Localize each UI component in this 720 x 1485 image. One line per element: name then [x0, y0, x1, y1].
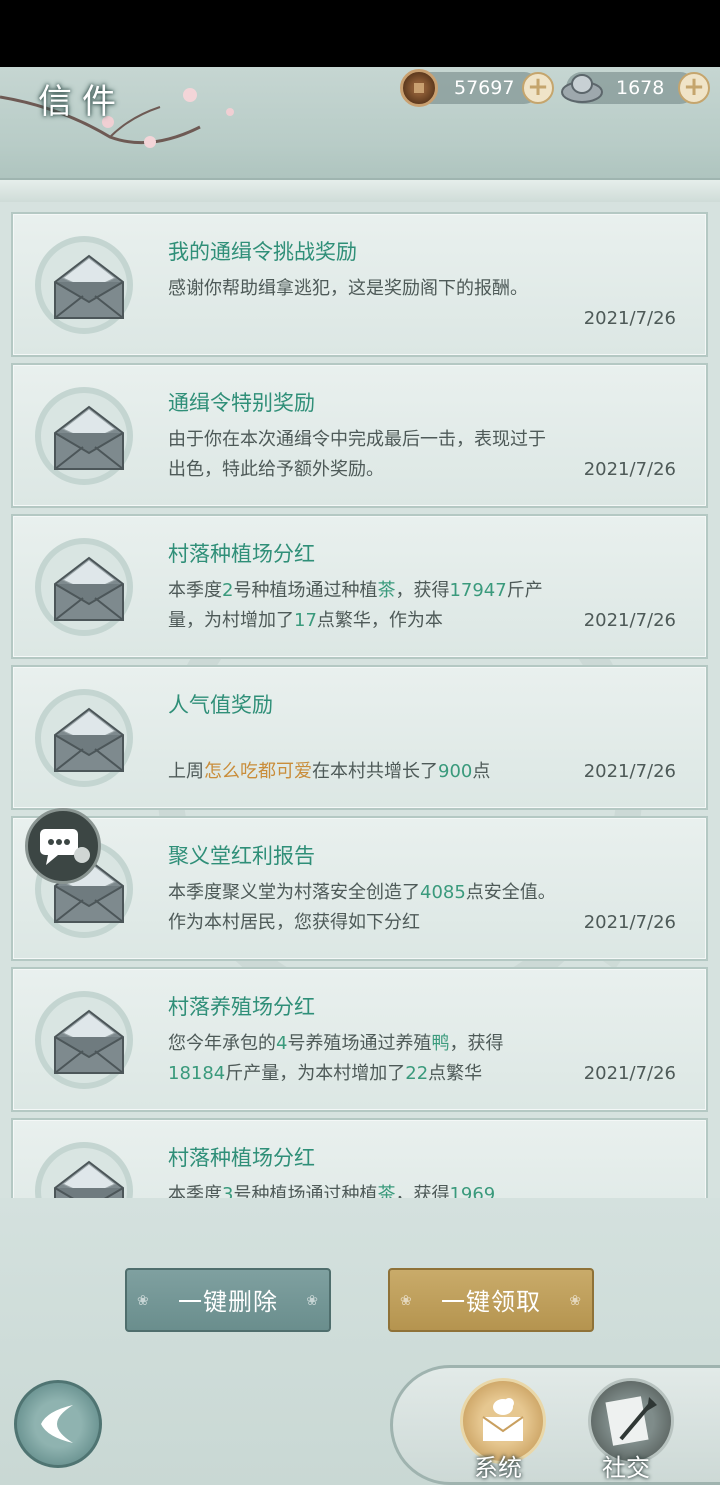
mail-subject: 我的通缉令挑战奖励	[168, 240, 357, 264]
delete-all-button[interactable]: ❀ 一键删除 ❀	[125, 1268, 331, 1332]
mail-item[interactable]: 村落种植场分红 本季度2号种植场通过种植茶，获得17947斤产量，为村增加了17点…	[11, 514, 708, 659]
envelope-icon	[49, 1150, 129, 1198]
back-button[interactable]	[14, 1380, 102, 1468]
mail-body-segment: 4085	[420, 882, 466, 903]
mail-item[interactable]: 我的通缉令挑战奖励感谢你帮助缉拿逃犯，这是奖励阁下的报酬。 2021/7/26	[11, 212, 708, 357]
mail-body-segment: 本季度	[168, 1184, 222, 1198]
mail-body-segment: 18184	[168, 1063, 226, 1084]
copper-amount: 57697	[454, 77, 515, 99]
envelope-icon	[49, 697, 129, 781]
mail-item[interactable]: 聚义堂红利报告本季度聚义堂为村落安全创造了4085点安全值。作为本村居民，您获得…	[11, 816, 708, 961]
chat-bubble-button[interactable]	[25, 808, 101, 884]
claim-all-button[interactable]: ❀ 一键领取 ❀	[388, 1268, 594, 1332]
mail-subject: 通缉令特别奖励	[168, 391, 315, 415]
silver-ingot-icon	[561, 74, 603, 103]
copper-currency: 57697 +	[400, 69, 554, 107]
mail-date: 2021/7/26	[583, 912, 676, 933]
delete-all-label: 一键删除	[178, 1288, 278, 1316]
mail-body-segment: 2	[222, 580, 234, 601]
mail-body: 感谢你帮助缉拿逃犯，这是奖励阁下的报酬。	[168, 274, 558, 304]
tab-system-label: 系统	[474, 1454, 522, 1482]
mail-body-segment: 斤产量，为本村增加了	[225, 1063, 406, 1084]
mail-body-segment: 点繁华	[428, 1063, 483, 1084]
mail-body-segment: 本季度聚义堂为村落安全创造了	[168, 882, 420, 903]
mail-body-segment: ，获得	[449, 1033, 504, 1054]
mail-item[interactable]: 通缉令特别奖励由于你在本次通缉令中完成最后一击，表现过于出色，特此给予额外奖励。…	[11, 363, 708, 508]
mail-body-segment: 3	[222, 1184, 234, 1198]
chat-icon	[40, 829, 90, 865]
mail-body-segment: 17947	[449, 580, 507, 601]
mail-date: 2021/7/26	[583, 308, 676, 329]
mail-subject: 村落养殖场分红	[168, 995, 315, 1019]
mail-body-segment: 号养殖场通过养殖	[287, 1033, 432, 1054]
mail-body-segment: 1969	[449, 1184, 496, 1198]
mail-body-segment: 900	[438, 761, 473, 782]
mail-body-segment: 茶	[377, 580, 396, 601]
mail-body-segment: 号种植场通过种植	[233, 1184, 378, 1198]
header-rail-divider	[0, 178, 720, 202]
mail-body-segment: 上周	[168, 761, 204, 782]
add-copper-button[interactable]: +	[522, 72, 554, 104]
mail-body-segment: 怎么吃都可爱	[204, 761, 312, 782]
mail-body-segment: 您今年承包的	[168, 1033, 276, 1054]
mail-subject: 聚义堂红利报告	[168, 844, 315, 868]
mail-date: 2021/7/26	[583, 459, 676, 480]
mail-list[interactable]: 我的通缉令挑战奖励感谢你帮助缉拿逃犯，这是奖励阁下的报酬。 2021/7/26 通…	[0, 202, 720, 1198]
envelope-icon	[49, 244, 129, 328]
envelope-icon	[49, 395, 129, 479]
mail-body-segment: 4	[276, 1033, 288, 1054]
mail-date: 2021/7/26	[583, 610, 676, 631]
mail-body-segment: 感谢你帮助缉拿逃犯，这是奖励阁下的报酬。	[168, 278, 528, 299]
mail-body: 由于你在本次通缉令中完成最后一击，表现过于出色，特此给予额外奖励。	[168, 425, 558, 485]
mail-body-segment: 在本村共增长了	[312, 761, 438, 782]
mail-item[interactable]: 村落养殖场分红 您今年承包的4号养殖场通过养殖鸭，获得 18184斤产量，为本村增加…	[11, 967, 708, 1112]
claim-all-label: 一键领取	[441, 1288, 541, 1316]
mail-body-segment: 号种植场通过种植	[233, 580, 378, 601]
mail-body-segment: 本季度	[168, 580, 222, 601]
page-title: 信件	[38, 82, 126, 122]
mail-subject: 人气值奖励	[168, 693, 273, 717]
back-arrow-icon	[41, 1405, 73, 1443]
mail-date: 2021/7/26	[583, 761, 676, 782]
mail-body-segment: 22	[405, 1063, 429, 1084]
mail-date: 2021/7/26	[583, 1063, 676, 1084]
add-silver-button[interactable]: +	[678, 72, 710, 104]
mail-subject: 村落种植场分红	[168, 1146, 315, 1170]
status-bar	[0, 0, 720, 67]
mail-body-segment: 鸭	[431, 1033, 450, 1054]
mail-subject: 村落种植场分红	[168, 542, 315, 566]
mail-body-segment: ，获得	[395, 580, 450, 601]
mail-body: 本季度2号种植场通过种植茶，获得17947斤产量，为村增加了17点繁华，作为本	[168, 576, 558, 636]
envelope-icon	[49, 546, 129, 630]
mail-body-segment: ，获得	[395, 1184, 450, 1198]
copper-coin-icon	[400, 69, 438, 107]
tab-social-label: 社交	[602, 1454, 650, 1482]
mail-body: 本季度聚义堂为村落安全创造了4085点安全值。作为本村居民，您获得如下分红	[168, 878, 558, 938]
mail-body: 上周怎么吃都可爱在本村共增长了900点	[168, 757, 558, 787]
mail-body-segment: 17	[294, 610, 317, 631]
mail-item[interactable]: 人气值奖励上周怎么吃都可爱在本村共增长了900点 2021/7/26	[11, 665, 708, 810]
mail-body-segment: 由于你在本次通缉令中完成最后一击，表现过于出色，特此给予额外奖励。	[168, 429, 546, 480]
mail-body-segment: 点繁华，作为本	[316, 610, 443, 631]
mail-body-segment: 茶	[377, 1184, 396, 1198]
silver-currency: 1678 +	[561, 72, 710, 104]
envelope-icon	[49, 999, 129, 1083]
mail-item[interactable]: 村落种植场分红本季度3号种植场通过种植茶，获得1969	[11, 1118, 708, 1198]
mail-body: 您今年承包的4号养殖场通过养殖鸭，获得 18184斤产量，为本村增加了22点繁华	[168, 1029, 558, 1089]
silver-amount: 1678	[616, 77, 665, 99]
mail-body-segment: 点	[472, 761, 491, 782]
mail-body: 本季度3号种植场通过种植茶，获得1969	[168, 1180, 558, 1198]
